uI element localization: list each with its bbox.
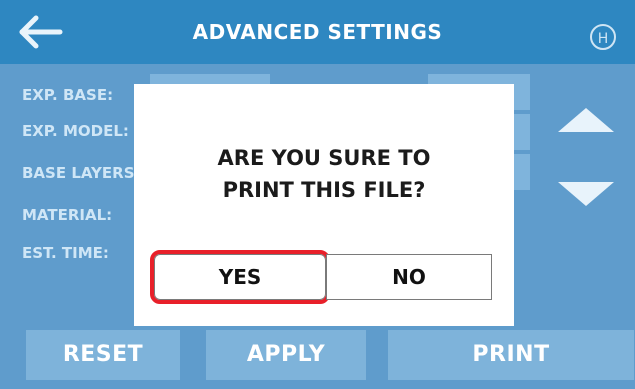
home-icon[interactable]: H [590, 24, 616, 50]
reset-button[interactable]: RESET [26, 330, 180, 380]
dialog-message: ARE YOU SURE TO PRINT THIS FILE? [134, 142, 514, 206]
label-base-layers: BASE LAYERS [22, 164, 135, 182]
triangle-down-icon[interactable] [558, 182, 614, 206]
confirm-print-dialog: ARE YOU SURE TO PRINT THIS FILE? YES NO [134, 84, 514, 326]
dialog-message-line-1: ARE YOU SURE TO [217, 146, 431, 170]
label-exp-model: EXP. MODEL: [22, 122, 129, 140]
triangle-up-icon[interactable] [558, 108, 614, 132]
yes-button[interactable]: YES [150, 250, 330, 304]
label-exp-base: EXP. BASE: [22, 86, 114, 104]
no-button[interactable]: NO [326, 254, 492, 300]
dialog-message-line-2: PRINT THIS FILE? [222, 178, 426, 202]
print-button[interactable]: PRINT [388, 330, 634, 380]
label-material: MATERIAL: [22, 206, 113, 224]
advanced-settings-screen: ADVANCED SETTINGS H EXP. BASE: EXP. MODE… [0, 0, 635, 389]
label-est-time: EST. TIME: [22, 244, 109, 262]
page-title: ADVANCED SETTINGS [192, 20, 443, 44]
header-bar: ADVANCED SETTINGS H [0, 0, 635, 64]
apply-button[interactable]: APPLY [206, 330, 366, 380]
